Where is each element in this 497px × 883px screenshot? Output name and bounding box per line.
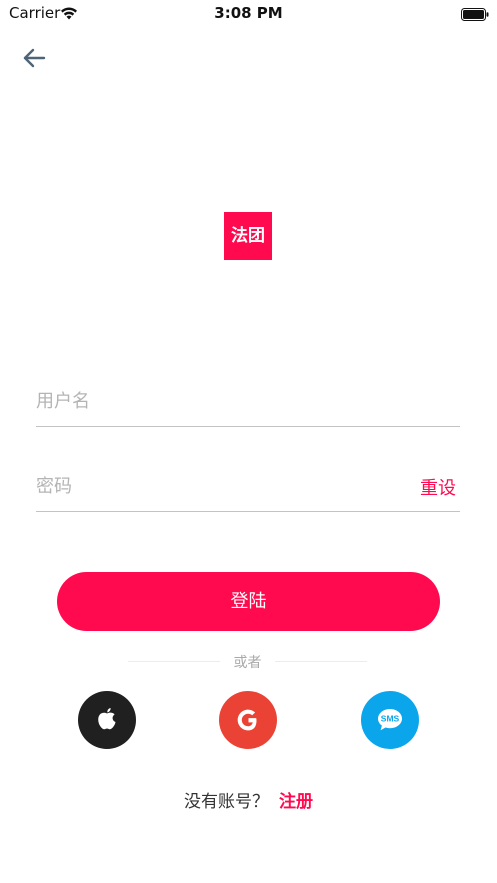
status-bar: Carrier 3:08 PM xyxy=(0,0,497,26)
google-login-button[interactable] xyxy=(219,691,277,749)
reset-password-link[interactable]: 重设 xyxy=(420,474,456,500)
apple-icon xyxy=(98,708,116,730)
signup-question: 没有账号？ xyxy=(184,792,269,812)
back-button[interactable] xyxy=(20,45,48,71)
divider-line-right xyxy=(275,661,367,662)
app-logo: 法团 xyxy=(224,212,272,260)
battery-icon xyxy=(461,6,489,21)
password-input[interactable] xyxy=(36,461,406,511)
sms-login-button[interactable]: SMS xyxy=(361,691,419,749)
password-field[interactable]: 重设 xyxy=(36,461,460,512)
signup-link[interactable]: 注册 xyxy=(279,792,313,812)
sms-bubble-icon: SMS xyxy=(378,709,402,731)
signup-row: 没有账号？ 注册 xyxy=(0,787,497,812)
sms-label: SMS xyxy=(381,714,400,724)
username-field[interactable] xyxy=(36,376,460,427)
google-g-icon xyxy=(237,709,257,731)
divider-or-label: 或者 xyxy=(233,655,262,671)
apple-login-button[interactable] xyxy=(78,691,136,749)
status-time: 3:08 PM xyxy=(214,4,283,22)
username-input[interactable] xyxy=(36,376,406,426)
divider-line-left xyxy=(128,661,220,662)
back-arrow-icon xyxy=(23,48,46,68)
login-button[interactable]: 登陆 xyxy=(57,572,440,631)
